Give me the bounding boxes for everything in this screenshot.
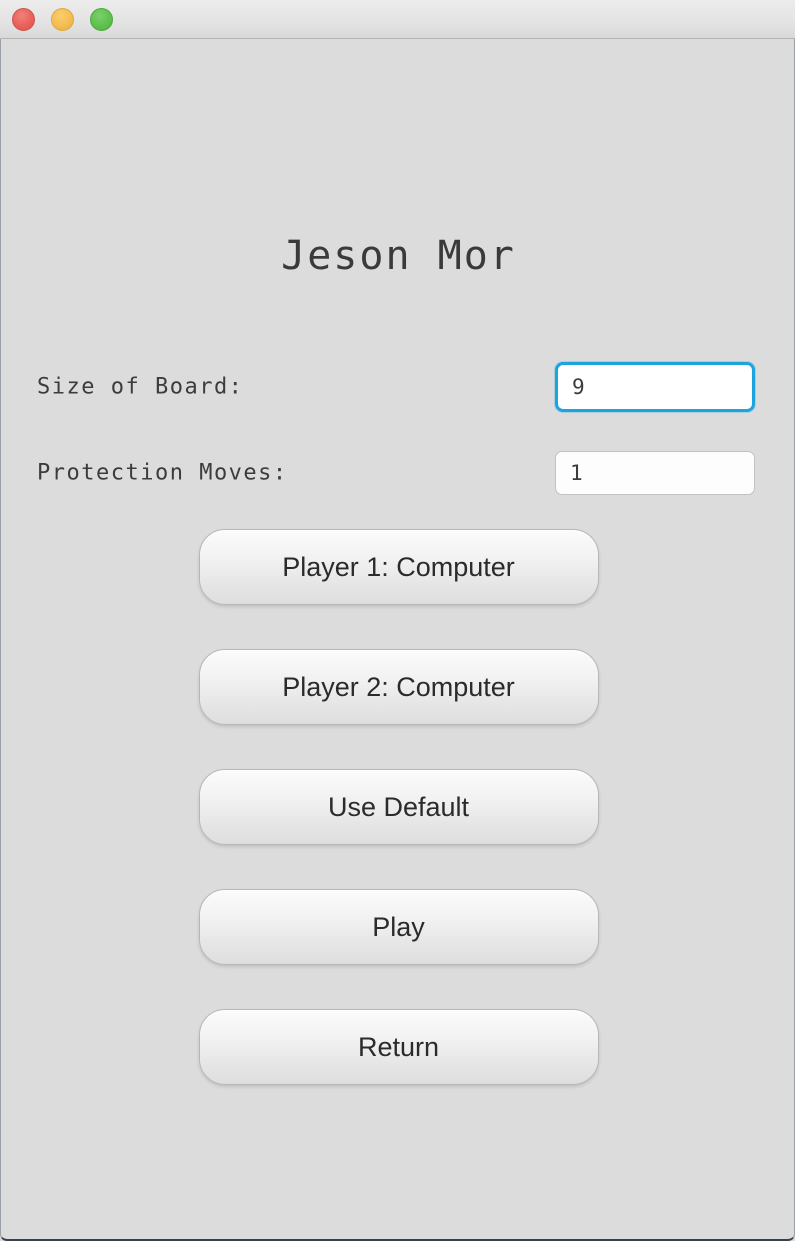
field-row-size-of-board: Size of Board: bbox=[1, 357, 795, 417]
player-1-toggle-button[interactable]: Player 1: Computer bbox=[198, 529, 599, 605]
player-2-toggle-button[interactable]: Player 2: Computer bbox=[198, 649, 599, 725]
protection-moves-label: Protection Moves: bbox=[37, 460, 288, 486]
protection-moves-input[interactable] bbox=[555, 451, 755, 495]
maximize-window-icon[interactable] bbox=[90, 8, 113, 31]
window-content: Jeson Mor Size of Board: Protection Move… bbox=[0, 39, 795, 1241]
minimize-window-icon[interactable] bbox=[51, 8, 74, 31]
window-titlebar bbox=[0, 0, 795, 39]
page-title: Jeson Mor bbox=[281, 233, 516, 279]
app-window: Jeson Mor Size of Board: Protection Move… bbox=[0, 0, 795, 1241]
play-button[interactable]: Play bbox=[198, 889, 599, 965]
field-row-protection-moves: Protection Moves: bbox=[1, 443, 795, 503]
window-controls bbox=[12, 8, 113, 31]
return-button[interactable]: Return bbox=[198, 1009, 599, 1085]
use-default-button[interactable]: Use Default bbox=[198, 769, 599, 845]
button-stack: Player 1: Computer Player 2: Computer Us… bbox=[1, 529, 795, 1085]
close-window-icon[interactable] bbox=[12, 8, 35, 31]
size-of-board-input[interactable] bbox=[555, 362, 755, 412]
size-of-board-label: Size of Board: bbox=[37, 374, 244, 400]
